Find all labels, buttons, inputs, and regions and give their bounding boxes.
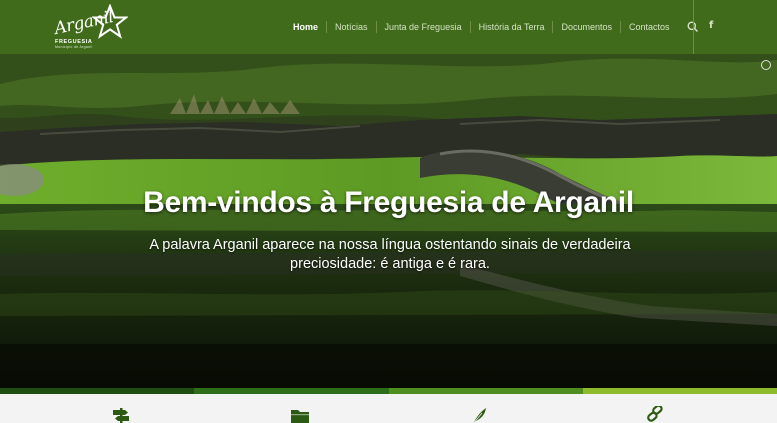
header-divider — [693, 0, 694, 54]
nav-home[interactable]: Home — [285, 21, 326, 33]
nav-junta-de-freguesia[interactable]: Junta de Freguesia — [375, 21, 470, 33]
folder-icon[interactable] — [289, 406, 311, 423]
features-row — [0, 394, 777, 423]
nav-historia-da-terra[interactable]: História da Terra — [469, 21, 553, 33]
hero-title: Bem-vindos à Freguesia de Arganil — [143, 186, 634, 219]
nav-contactos[interactable]: Contactos — [620, 21, 678, 33]
nav-noticias[interactable]: Notícias — [326, 21, 376, 33]
facebook-icon[interactable]: f — [709, 20, 713, 31]
site-header: Arganil FREGUESIA Município de Arganil H… — [0, 0, 777, 54]
slider-dot[interactable] — [761, 60, 771, 70]
hero-background-image — [0, 54, 777, 388]
main-nav: Home Notícias Junta de Freguesia Históri… — [285, 19, 700, 35]
link-icon[interactable] — [644, 406, 666, 423]
logo-tagline: Município de Arganil — [55, 45, 93, 49]
hero-subtitle: A palavra Arganil aparece na nossa língu… — [149, 237, 631, 272]
hero-slider: Bem-vindos à Freguesia de Arganil A pala… — [0, 54, 777, 388]
site-logo[interactable]: Arganil FREGUESIA Município de Arganil — [52, 4, 132, 49]
feather-icon[interactable] — [468, 406, 490, 423]
nav-documentos[interactable]: Documentos — [552, 21, 620, 33]
star-icon — [92, 4, 128, 39]
signpost-icon[interactable] — [110, 406, 132, 423]
